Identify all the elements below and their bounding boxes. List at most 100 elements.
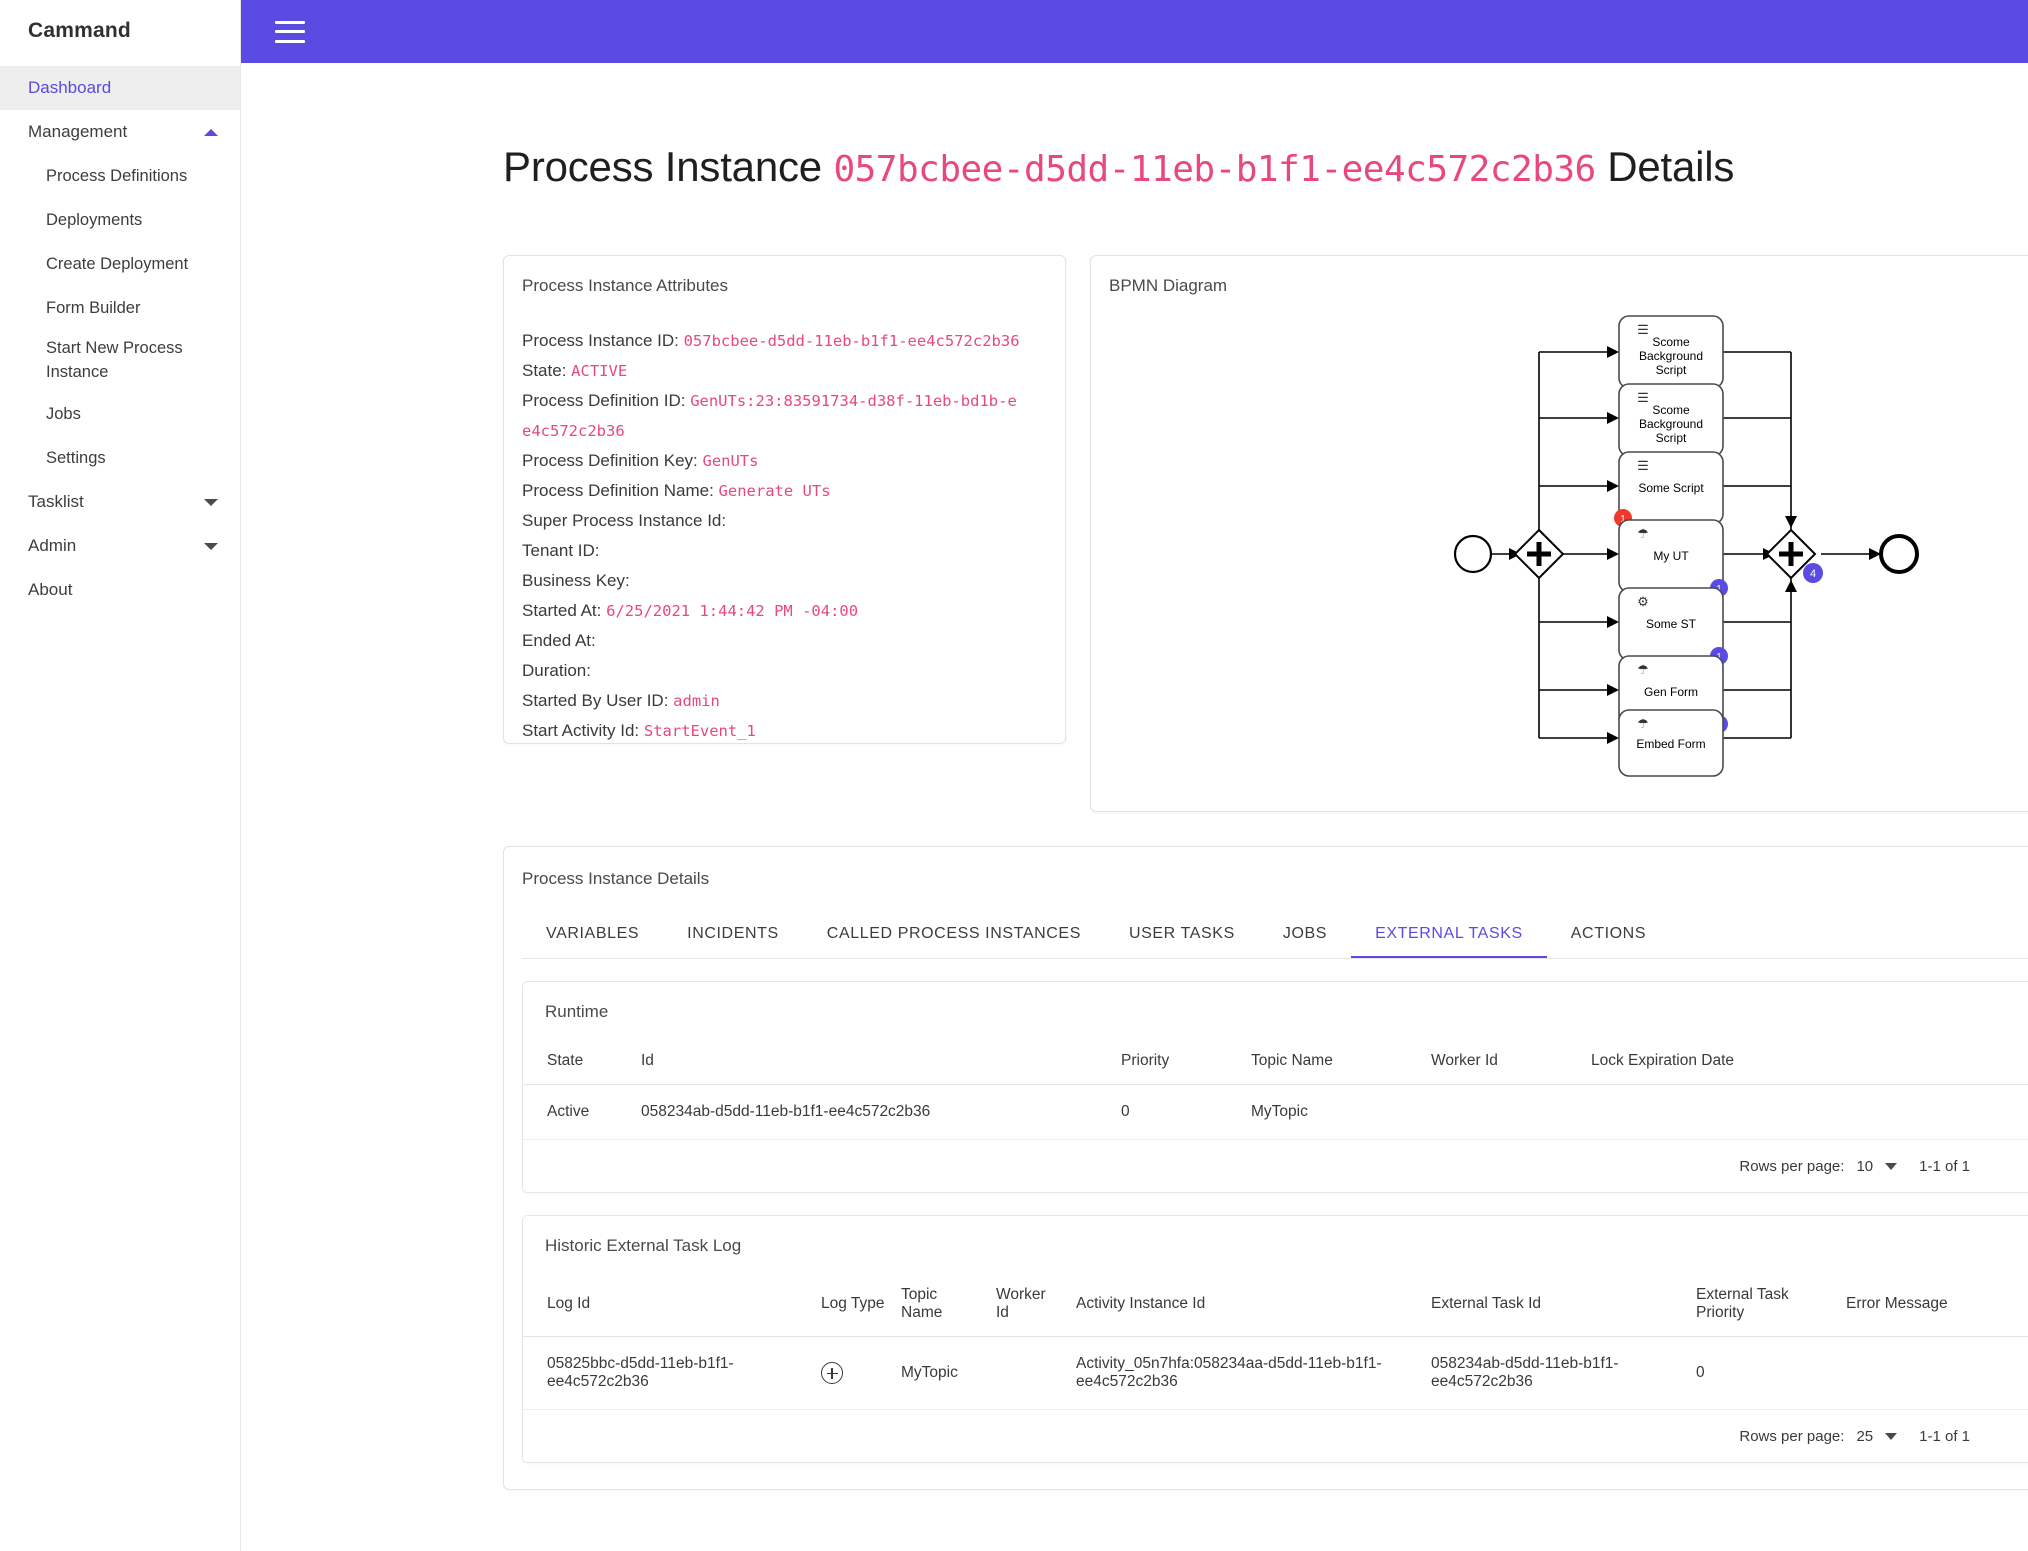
attribute-row: Process Definition Key: GenUTs xyxy=(522,446,1022,476)
column-header-external-task-priority[interactable]: External Task Priority xyxy=(1688,1276,1838,1338)
app-root: Cammand Dashboard Management Process Def… xyxy=(0,0,2028,1551)
svg-text:Background: Background xyxy=(1639,349,1703,363)
bpmn-end-event xyxy=(1879,534,1919,575)
cell-state: Active xyxy=(523,1084,633,1141)
column-header-lock-expiration-date[interactable]: Lock Expiration Date xyxy=(1583,1042,2028,1086)
attribute-row: Started By User ID: admin xyxy=(522,686,1022,716)
sidebar-group-admin[interactable]: Admin xyxy=(0,524,240,568)
attribute-label: Ended At: xyxy=(522,631,596,651)
sidebar-item-form-builder[interactable]: Form Builder xyxy=(0,286,240,330)
column-header-state[interactable]: State xyxy=(523,1042,633,1086)
column-header-activity-instance-id[interactable]: Activity Instance Id xyxy=(1068,1276,1423,1338)
rows-per-page-value[interactable]: 10 xyxy=(1856,1158,1873,1175)
tab-external-tasks[interactable]: EXTERNAL TASKS xyxy=(1351,911,1547,959)
hamburger-icon[interactable] xyxy=(275,20,305,43)
sidebar-group-management[interactable]: Management xyxy=(0,110,240,154)
cell-activity-instance-id: Activity_05n7hfa:058234aa-d5dd-11eb-b1f1… xyxy=(1068,1336,1423,1411)
svg-text:☰: ☰ xyxy=(1637,322,1649,337)
column-header-id[interactable]: Id xyxy=(633,1042,1113,1086)
column-header-log-id[interactable]: Log Id xyxy=(523,1276,813,1338)
svg-text:Embed Form: Embed Form xyxy=(1636,737,1705,751)
attribute-row: Super Process Instance Id: xyxy=(522,506,1022,536)
chevron-down-icon[interactable] xyxy=(1885,1162,1898,1170)
sidebar-item-dashboard[interactable]: Dashboard xyxy=(0,66,240,110)
attribute-row: Process Definition ID: GenUTs:23:8359173… xyxy=(522,386,1022,446)
tab-incidents[interactable]: INCIDENTS xyxy=(663,911,803,958)
sidebar-item-settings[interactable]: Settings xyxy=(0,436,240,480)
tab-jobs[interactable]: JOBS xyxy=(1259,911,1351,958)
sidebar-group-tasklist[interactable]: Tasklist xyxy=(0,480,240,524)
column-header-topic-name[interactable]: Topic Name xyxy=(893,1276,988,1338)
sidebar-item-jobs[interactable]: Jobs xyxy=(0,392,240,436)
attribute-label: Super Process Instance Id: xyxy=(522,511,727,531)
sidebar-item-label: Settings xyxy=(46,448,106,467)
cell-error-message xyxy=(1838,1336,2028,1411)
svg-text:Some ST: Some ST xyxy=(1646,617,1697,631)
sidebar-item-about[interactable]: About xyxy=(0,568,240,612)
process-instance-attributes-card: Process Instance Attributes Process Inst… xyxy=(503,255,1066,746)
attributes-list: Process Instance ID: 057bcbee-d5dd-11eb-… xyxy=(504,296,1065,746)
column-header-topic-name[interactable]: Topic Name xyxy=(1243,1042,1423,1086)
column-header-worker-id[interactable]: Worker Id xyxy=(988,1276,1068,1338)
cell-log-id: 05825bbc-d5dd-11eb-b1f1-ee4c572c2b36 xyxy=(523,1336,813,1411)
sidebar: Cammand Dashboard Management Process Def… xyxy=(0,0,241,1551)
cell-topic-name: MyTopic xyxy=(893,1336,988,1411)
column-header-priority[interactable]: Priority xyxy=(1113,1042,1243,1086)
runtime-pagination: Rows per page: 10 1-1 of 1 |< ‹ › >| xyxy=(523,1140,2028,1192)
runtime-title: Runtime xyxy=(545,1002,609,1022)
sidebar-item-process-definitions[interactable]: Process Definitions xyxy=(0,154,240,198)
chevron-down-icon xyxy=(204,498,218,506)
column-header-external-task-id[interactable]: External Task Id xyxy=(1423,1276,1688,1338)
svg-text:⚙: ⚙ xyxy=(1637,594,1649,609)
main-region: Process Instance 057bcbee-d5dd-11eb-b1f1… xyxy=(241,0,2028,1551)
attribute-row: Tenant ID: xyxy=(522,536,1022,566)
tab-actions[interactable]: ACTIONS xyxy=(1547,911,1670,958)
attribute-label: Process Definition ID: xyxy=(522,391,686,411)
attribute-label: Started At: xyxy=(522,601,602,621)
attribute-row: State: ACTIVE xyxy=(522,356,1022,386)
tab-user-tasks[interactable]: USER TASKS xyxy=(1105,911,1259,958)
sidebar-nav: Dashboard Management Process Definitions… xyxy=(0,62,240,612)
column-header-log-type[interactable]: Log Type xyxy=(813,1276,893,1338)
tab-called-process-instances[interactable]: CALLED PROCESS INSTANCES xyxy=(803,911,1105,958)
column-header-worker-id[interactable]: Worker Id xyxy=(1423,1042,1583,1086)
sidebar-item-label: Jobs xyxy=(46,404,81,423)
page-content: Process Instance 057bcbee-d5dd-11eb-b1f1… xyxy=(241,63,2028,1551)
svg-text:Background: Background xyxy=(1639,417,1703,431)
sidebar-item-label: Tasklist xyxy=(28,492,84,511)
bpmn-canvas[interactable]: 4 ☰ Scome Background Script ☰ Scome Back… xyxy=(1091,290,2028,790)
table-header-row: State Id Priority Topic Name Worker Id L… xyxy=(523,1042,2028,1086)
attribute-label: State: xyxy=(522,361,567,381)
attribute-row: Process Instance ID: 057bcbee-d5dd-11eb-… xyxy=(522,326,1022,356)
sidebar-item-deployments[interactable]: Deployments xyxy=(0,198,240,242)
svg-text:Gen Form: Gen Form xyxy=(1644,685,1698,699)
first-page-button[interactable]: |< xyxy=(2016,1154,2028,1178)
historic-external-task-log-table: Log Id Log Type Topic Name Worker Id Act… xyxy=(523,1276,2028,1411)
svg-text:Scome: Scome xyxy=(1652,335,1690,349)
svg-text:Script: Script xyxy=(1656,431,1687,445)
plus-circle-icon[interactable] xyxy=(821,1362,843,1385)
tab-variables[interactable]: VARIABLES xyxy=(522,911,663,958)
cell-priority: 0 xyxy=(1113,1084,1243,1141)
chevron-down-icon xyxy=(204,542,218,550)
attribute-value: GenUTs xyxy=(702,452,759,471)
table-row[interactable]: Active 058234ab-d5dd-11eb-b1f1-ee4c572c2… xyxy=(523,1084,2028,1141)
first-page-button[interactable]: |< xyxy=(2016,1424,2028,1448)
cell-log-type xyxy=(813,1336,893,1411)
sidebar-item-label: Form Builder xyxy=(46,298,141,317)
bpmn-join-gateway: 4 xyxy=(1765,528,1823,584)
rows-per-page-value[interactable]: 25 xyxy=(1856,1428,1873,1445)
sidebar-item-start-new-process-instance[interactable]: Start New Process Instance xyxy=(0,330,240,392)
sidebar-item-label: About xyxy=(28,580,73,599)
sidebar-item-create-deployment[interactable]: Create Deployment xyxy=(0,242,240,286)
chevron-down-icon[interactable] xyxy=(1885,1432,1898,1440)
sidebar-item-label: Start New Process Instance xyxy=(46,339,183,381)
svg-text:☰: ☰ xyxy=(1637,390,1649,405)
historic-pagination: Rows per page: 25 1-1 of 1 |< ‹ › >| xyxy=(523,1410,2028,1462)
page-title-suffix: Details xyxy=(1607,143,1735,191)
historic-external-task-log-subcard: Historic External Task Log Log Id Log Ty… xyxy=(522,1215,2028,1464)
process-instance-details-card: Process Instance Details VARIABLES INCID… xyxy=(503,846,2028,1491)
table-row[interactable]: 05825bbc-d5dd-11eb-b1f1-ee4c572c2b36 MyT… xyxy=(523,1336,2028,1411)
column-header-error-message[interactable]: Error Message xyxy=(1838,1276,2028,1338)
attribute-row: Ended At: xyxy=(522,626,1022,656)
